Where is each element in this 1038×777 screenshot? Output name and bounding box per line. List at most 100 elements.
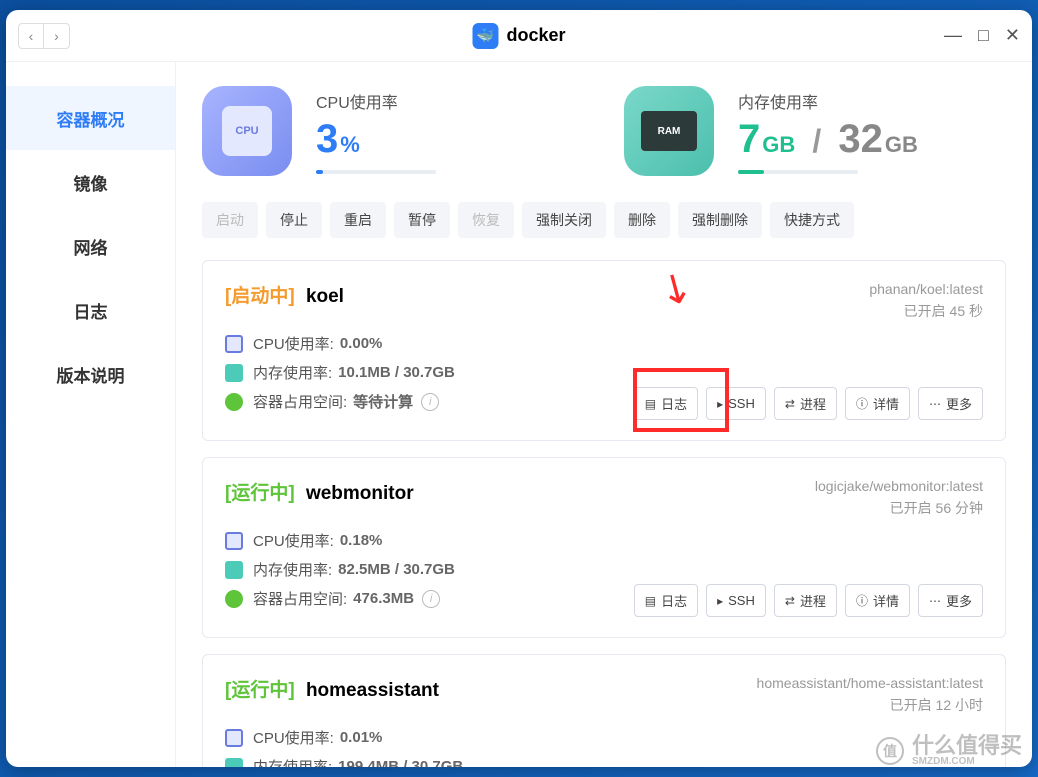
back-button[interactable]: ‹ <box>18 23 44 49</box>
container-title: [启动中] koel <box>225 281 344 308</box>
disk-label: 容器占用空间: <box>253 391 347 412</box>
mem-row-label: 内存使用率: <box>253 756 332 767</box>
main-content: CPU CPU使用率 3% RAM 内存使用率 <box>176 62 1032 767</box>
log-icon: ▤ <box>645 397 656 411</box>
process-icon: ⇄ <box>785 594 795 608</box>
detail-button[interactable]: ⓘ详情 <box>845 387 910 420</box>
info-icon[interactable]: i <box>421 393 439 411</box>
ram-chip: RAM <box>641 111 697 151</box>
cpu-row-value: 0.00% <box>340 335 383 352</box>
status-tag: [运行中] <box>225 680 295 701</box>
ram-stat: RAM 内存使用率 7GB / 32GB <box>624 86 1006 176</box>
ssh-button[interactable]: ▸SSH <box>706 584 766 617</box>
shortcut-button[interactable]: 快捷方式 <box>770 202 854 238</box>
more-button[interactable]: ⋯更多 <box>918 387 983 420</box>
close-button[interactable]: ✕ <box>1005 25 1020 46</box>
cpu-row: CPU使用率: 0.18% <box>225 530 983 551</box>
image-name: homeassistant/home-assistant:latest <box>757 675 983 691</box>
sidebar-item-network[interactable]: 网络 <box>6 214 175 278</box>
info-icon: ⓘ <box>856 395 868 412</box>
container-card: [启动中] koel phanan/koel:latest 已开启 45 秒 C… <box>202 260 1006 441</box>
ram-value: 7GB / 32GB <box>738 117 1006 162</box>
mem-row-value: 199.4MB / 30.7GB <box>338 758 463 767</box>
sidebar-item-overview[interactable]: 容器概况 <box>6 86 175 150</box>
more-icon: ⋯ <box>929 397 941 411</box>
cpu-label: CPU使用率 <box>316 89 584 113</box>
process-button[interactable]: ⇄进程 <box>774 387 837 420</box>
cpu-bar <box>316 170 436 174</box>
stop-button[interactable]: 停止 <box>266 202 322 238</box>
mem-row-label: 内存使用率: <box>253 559 332 580</box>
container-name: webmonitor <box>306 483 414 504</box>
mem-row-label: 内存使用率: <box>253 362 332 383</box>
sidebar-item-images[interactable]: 镜像 <box>6 150 175 214</box>
terminal-icon: ▸ <box>717 397 723 411</box>
app-window: ‹ › 🐳 docker — □ ✕ 容器概况 镜像 网络 日志 版本说明 CP… <box>6 10 1032 767</box>
sidebar-item-logs[interactable]: 日志 <box>6 278 175 342</box>
mem-row: 内存使用率: 10.1MB / 30.7GB <box>225 362 983 383</box>
cpu-row-value: 0.18% <box>340 532 383 549</box>
uptime-text: 已开启 12 小时 <box>757 695 983 715</box>
forward-button[interactable]: › <box>44 23 70 49</box>
disk-icon <box>225 393 243 411</box>
cpu-row-label: CPU使用率: <box>253 530 334 551</box>
card-buttons: ▤日志 ▸SSH ⇄进程 ⓘ详情 ⋯更多 <box>634 584 983 617</box>
disk-label: 容器占用空间: <box>253 588 347 609</box>
window-title-text: docker <box>506 25 565 46</box>
sidebar: 容器概况 镜像 网络 日志 版本说明 <box>6 62 176 767</box>
uptime-text: 已开启 45 秒 <box>869 301 983 321</box>
image-name: logicjake/webmonitor:latest <box>815 478 983 494</box>
cpu-chip: CPU <box>222 106 272 156</box>
watermark: 值 什么值得买 SMZDM.COM <box>876 735 1022 767</box>
container-title: [运行中] homeassistant <box>225 675 439 702</box>
uptime-text: 已开启 56 分钟 <box>815 498 983 518</box>
more-icon: ⋯ <box>929 594 941 608</box>
delete-button[interactable]: 删除 <box>614 202 670 238</box>
mem-row: 内存使用率: 199.4MB / 30.7GB <box>225 756 983 767</box>
disk-icon <box>225 590 243 608</box>
status-tag: [启动中] <box>225 286 295 307</box>
mem-row: 内存使用率: 82.5MB / 30.7GB <box>225 559 983 580</box>
process-button[interactable]: ⇄进程 <box>774 584 837 617</box>
detail-button[interactable]: ⓘ详情 <box>845 584 910 617</box>
nav-buttons: ‹ › <box>18 23 70 49</box>
log-button[interactable]: ▤日志 <box>634 584 698 617</box>
force-close-button[interactable]: 强制关闭 <box>522 202 606 238</box>
terminal-icon: ▸ <box>717 594 723 608</box>
cpu-row-icon <box>225 729 243 747</box>
cpu-icon: CPU <box>202 86 292 176</box>
cpu-row: CPU使用率: 0.00% <box>225 333 983 354</box>
minimize-button[interactable]: — <box>944 25 962 46</box>
cpu-row-icon <box>225 335 243 353</box>
cpu-row: CPU使用率: 0.01% <box>225 727 983 748</box>
card-buttons: ▤日志 ▸SSH ⇄进程 ⓘ详情 ⋯更多 <box>634 387 983 420</box>
image-name: phanan/koel:latest <box>869 281 983 297</box>
pause-button[interactable]: 暂停 <box>394 202 450 238</box>
cpu-value: 3% <box>316 117 584 162</box>
log-icon: ▤ <box>645 594 656 608</box>
cpu-row-label: CPU使用率: <box>253 333 334 354</box>
maximize-button[interactable]: □ <box>978 25 989 46</box>
more-button[interactable]: ⋯更多 <box>918 584 983 617</box>
force-delete-button[interactable]: 强制删除 <box>678 202 762 238</box>
container-name: homeassistant <box>306 680 439 701</box>
log-button[interactable]: ▤日志 <box>634 387 698 420</box>
process-icon: ⇄ <box>785 397 795 411</box>
mem-row-icon <box>225 561 243 579</box>
titlebar: ‹ › 🐳 docker — □ ✕ <box>6 10 1032 62</box>
restart-button[interactable]: 重启 <box>330 202 386 238</box>
action-bar: 启动 停止 重启 暂停 恢复 强制关闭 删除 强制删除 快捷方式 <box>202 198 1006 242</box>
mem-row-icon <box>225 758 243 768</box>
sidebar-item-version[interactable]: 版本说明 <box>6 342 175 406</box>
window-controls: — □ ✕ <box>944 25 1020 46</box>
resume-button[interactable]: 恢复 <box>458 202 514 238</box>
window-title: 🐳 docker <box>472 23 565 49</box>
info-icon[interactable]: i <box>422 590 440 608</box>
ssh-button[interactable]: ▸SSH <box>706 387 766 420</box>
cpu-row-icon <box>225 532 243 550</box>
cpu-row-label: CPU使用率: <box>253 727 334 748</box>
ram-bar <box>738 170 858 174</box>
disk-value: 476.3MB <box>353 590 414 607</box>
ram-label: 内存使用率 <box>738 89 1006 113</box>
start-button[interactable]: 启动 <box>202 202 258 238</box>
